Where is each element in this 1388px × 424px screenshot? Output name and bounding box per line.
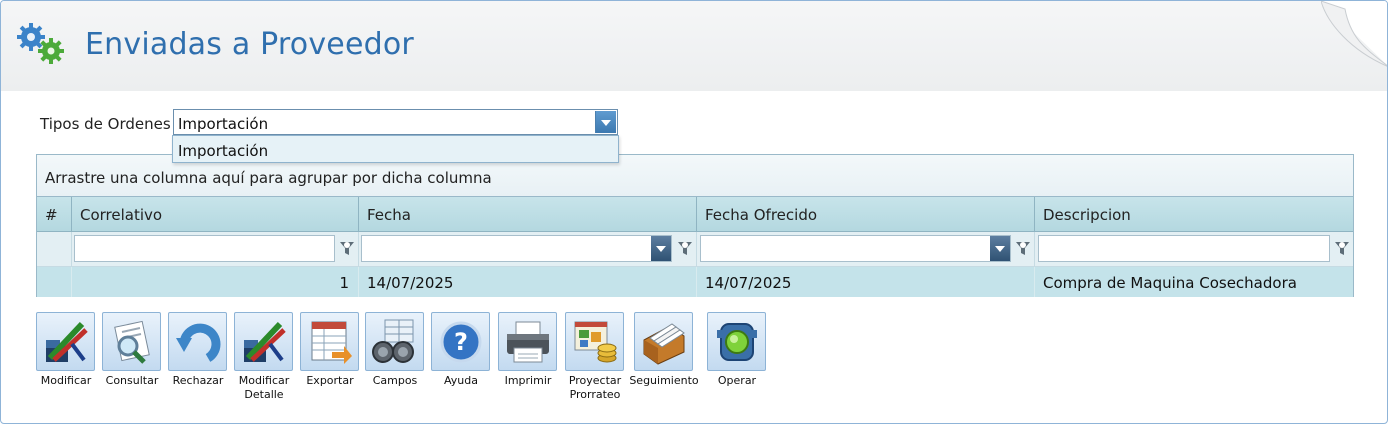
dropdown-arrow-icon[interactable] <box>651 236 671 261</box>
filter-icon[interactable] <box>1334 240 1350 258</box>
table-row-cell-descripcion[interactable]: Compra de Maquina Cosechadora <box>1035 267 1353 297</box>
rechazar-button-frame[interactable] <box>168 312 227 371</box>
column-header-label: Fecha <box>367 206 411 224</box>
fecha-ofrecido-value: 14/07/2025 <box>705 274 792 292</box>
filter-icon[interactable] <box>1015 240 1031 258</box>
dropdown-arrow-icon[interactable] <box>990 236 1010 261</box>
modificar-button-frame[interactable] <box>36 312 95 371</box>
column-header-fecha-ofrecido[interactable]: Fecha Ofrecido <box>697 197 1035 232</box>
descripcion-value: Compra de Maquina Cosechadora <box>1043 274 1297 292</box>
label-line: Prorrateo <box>569 388 621 401</box>
table-row-cell-fecha[interactable]: 14/07/2025 <box>359 267 697 297</box>
operar-button-frame[interactable] <box>707 312 766 371</box>
filter-cell-fecha-ofrecido <box>697 232 1035 267</box>
window-frame: Enviadas a Proveedor Tipos de Ordenes Im… <box>0 0 1388 424</box>
undo-arrow-icon <box>176 323 221 362</box>
page-header: Enviadas a Proveedor <box>1 1 1387 91</box>
label-line: Detalle <box>244 388 284 401</box>
table-row-cell-correlativo[interactable]: 1 <box>72 267 359 297</box>
column-header-label: # <box>45 206 58 224</box>
filter-cell-number <box>37 232 72 267</box>
dropdown-option-importacion[interactable]: Importación <box>178 142 268 160</box>
label-line: Proyectar <box>568 374 622 387</box>
svg-text:?: ? <box>454 328 468 356</box>
descripcion-filter-input[interactable] <box>1038 235 1330 262</box>
column-header-descripcion[interactable]: Descripcion <box>1035 197 1353 232</box>
order-type-label: Tipos de Ordenes <box>40 115 171 133</box>
column-header-label: Descripcion <box>1043 206 1131 224</box>
dropdown-arrow-icon[interactable] <box>595 111 616 133</box>
consultar-button-frame[interactable] <box>102 312 161 371</box>
column-header-label: Fecha Ofrecido <box>705 206 818 224</box>
seguimiento-button-frame[interactable] <box>634 312 693 371</box>
column-header-correlativo[interactable]: Correlativo <box>72 197 359 232</box>
campos-button-frame[interactable] <box>365 312 424 371</box>
fecha-ofrecido-filter-input[interactable] <box>700 235 1011 262</box>
orders-grid: Arrastre una columna aquí para agrupar p… <box>36 154 1354 297</box>
correlativo-value: 1 <box>339 274 349 292</box>
pencils-icon <box>46 321 88 362</box>
filter-cell-descripcion <box>1035 232 1353 267</box>
operar-label: Operar <box>717 374 757 387</box>
table-row-cell-fecha-ofrecido[interactable]: 14/07/2025 <box>697 267 1035 297</box>
seguimiento-label: Seguimiento <box>629 374 699 387</box>
table-row-cell-number[interactable] <box>37 267 72 297</box>
filter-cell-fecha <box>359 232 697 267</box>
pencils-icon <box>244 321 286 362</box>
order-type-value: Importación <box>178 115 269 133</box>
imprimir-button-frame[interactable] <box>498 312 557 371</box>
card-file-icon <box>643 323 685 365</box>
binoculars-icon <box>372 319 414 363</box>
projection-coins-icon <box>574 321 617 363</box>
page-curl-decoration <box>1321 1 1387 67</box>
exportar-button-frame[interactable] <box>300 312 359 371</box>
ayuda-button-frame[interactable]: ? <box>431 312 490 371</box>
magnifier-document-icon <box>114 320 150 364</box>
fecha-filter-input[interactable] <box>361 235 672 262</box>
proyectar-prorrateo-label: Proyectar Prorrateo <box>555 374 635 402</box>
column-header-fecha[interactable]: Fecha <box>359 197 697 232</box>
order-type-select[interactable]: Importación <box>173 109 618 135</box>
printer-icon <box>507 321 549 363</box>
filter-icon[interactable] <box>339 240 355 258</box>
fecha-value: 14/07/2025 <box>367 274 454 292</box>
proyectar-prorrateo-button-frame[interactable] <box>565 312 624 371</box>
group-by-hint: Arrastre una columna aquí para agrupar p… <box>45 169 492 187</box>
correlativo-filter-input[interactable] <box>74 235 335 262</box>
column-header-number[interactable]: # <box>37 197 72 232</box>
traffic-light-icon <box>717 323 757 361</box>
help-icon: ? <box>440 321 482 363</box>
label-line: Modificar <box>238 374 290 387</box>
gears-icon <box>17 23 64 64</box>
spreadsheet-export-icon <box>311 321 352 364</box>
filter-cell-correlativo <box>72 232 359 267</box>
filter-icon[interactable] <box>677 240 693 258</box>
page-title: Enviadas a Proveedor <box>85 27 414 62</box>
column-header-label: Correlativo <box>80 206 163 224</box>
order-type-dropdown: Importación <box>172 135 619 163</box>
modificar-detalle-button-frame[interactable] <box>234 312 293 371</box>
